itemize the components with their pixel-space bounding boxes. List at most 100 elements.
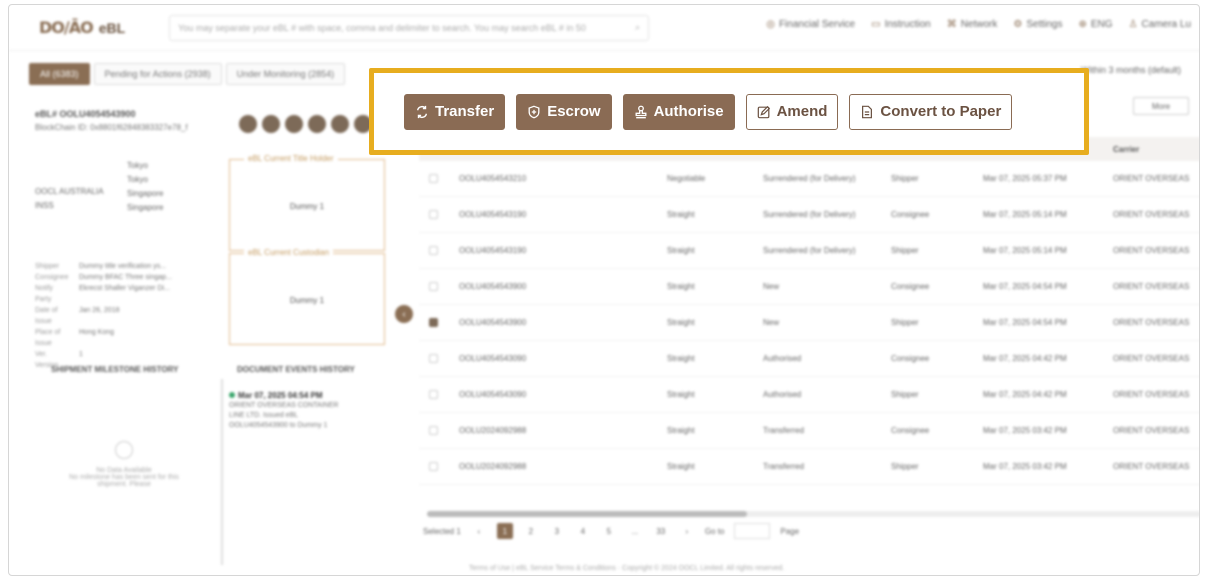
cell-ebl-number[interactable]: OOLU4054543210 [447,174,667,183]
custodian-box: eBL Current Custodian Dummy 1 [229,248,385,345]
page-button[interactable]: 33 [653,523,669,539]
divider [221,379,223,565]
table-row[interactable]: OOLU4054543900 Straight New Shipper Mar 07, … [419,305,1199,341]
custodian-value: Dummy 1 [289,296,325,305]
table-row[interactable]: OOLU2024092988 Straight Transferred Shipper… [419,449,1199,485]
stamp-icon [635,105,647,118]
column-header-carrier[interactable]: Carrier [1113,145,1199,154]
cell-status: Transferred [763,426,805,435]
empty-icon [115,441,133,459]
logo[interactable]: DO∕ĀO eBL [39,18,125,37]
nav-language[interactable]: ⊕ ENG [1079,19,1113,30]
goto-input[interactable] [734,523,771,539]
escrow-button[interactable]: Escrow [516,93,612,130]
cell-ebl-number[interactable]: OOLU2024092988 [447,462,667,471]
page-button[interactable]: 2 [523,523,539,539]
nav-instruction[interactable]: ▭ Instruction [871,19,931,30]
cell-carrier: ORIENT OVERSEAS [1113,462,1190,471]
prev-page-icon[interactable]: ‹ [471,523,487,539]
cell-type: Straight [667,426,695,435]
search-icon[interactable]: ⌕ [635,22,640,33]
row-checkbox[interactable] [428,282,438,291]
row-checkbox[interactable] [428,210,438,219]
user-icon: ♙ [1128,19,1138,30]
cell-role: Consignee [891,354,930,363]
more-button[interactable]: More [1133,97,1189,115]
cell-carrier: ORIENT OVERSEAS [1113,426,1190,435]
table-row[interactable]: OOLU2024092988 Straight Transferred Consign… [419,413,1199,449]
cell-ebl-number[interactable]: OOLU4054543090 [447,390,667,399]
cell-status: Authorised [763,390,802,399]
row-checkbox[interactable] [428,354,438,363]
cell-date: Mar 07, 2025 05:37 PM [983,174,1067,183]
page-ellipsis[interactable]: ... [627,523,643,539]
cell-role: Shipper [891,246,919,255]
cell-ebl-number[interactable]: OOLU4054543190 [447,246,667,255]
cell-ebl-number[interactable]: OOLU2024092988 [447,426,667,435]
page-button[interactable]: 1 [496,523,513,539]
table-row[interactable]: OOLU4054543190 Straight Surrendered (for D… [419,233,1199,269]
authorise-button[interactable]: Authorise [622,93,735,130]
next-page-icon[interactable]: › [679,523,695,539]
cell-carrier: ORIENT OVERSEAS [1113,246,1190,255]
table-row[interactable]: OOLU4054543210 Negotiable Surrendered (for… [419,161,1199,197]
tab-pending[interactable]: Pending for Actions (2938) [93,63,222,85]
row-checkbox[interactable] [428,246,438,255]
page-button[interactable]: 3 [549,523,565,539]
cell-role: Consignee [891,426,930,435]
table-row[interactable]: OOLU4054543900 Straight New Consignee Mar 07… [419,269,1199,305]
cell-ebl-number[interactable]: OOLU4054543190 [447,210,667,219]
circle-button[interactable] [239,115,257,133]
horizontal-scrollbar[interactable] [427,511,1199,517]
transfer-button[interactable]: Transfer [404,93,506,130]
cell-ebl-number[interactable]: OOLU4054543090 [447,354,667,363]
cell-type: Straight [667,462,695,471]
cell-date: Mar 07, 2025 03:42 PM [983,462,1067,471]
circle-button[interactable] [331,115,349,133]
route-origin-2: INSS [35,201,54,210]
nav-user[interactable]: ♙ Camera Lu [1129,19,1191,30]
circle-button[interactable] [308,115,326,133]
amend-button[interactable]: Amend [745,93,839,130]
title-holder-value: Dummy 1 [289,202,325,211]
detail-panel: eBL# OOLU4054543900 BlockChain ID: 0x880… [29,103,399,573]
cell-carrier: ORIENT OVERSEAS [1113,318,1190,327]
cell-role: Shipper [891,462,919,471]
cell-carrier: ORIENT OVERSEAS [1113,354,1190,363]
action-toolbar-highlight: Transfer Escrow Authorise Amend Convert … [369,68,1089,155]
tab-all[interactable]: All (6383) [29,63,90,85]
title-holder-box: eBL Current Title Holder Dummy 1 [229,154,385,251]
table-body: OOLU4054543210 Negotiable Surrendered (for… [419,161,1199,485]
row-checkbox[interactable] [428,426,438,435]
route: OOCL AUSTRALIA INSS Tokyo Tokyo Singapor… [35,159,163,213]
cell-ebl-number[interactable]: OOLU4054543900 [447,282,667,291]
action-circles [239,115,372,133]
cell-ebl-number[interactable]: OOLU4054543900 [447,318,667,327]
cell-type: Straight [667,210,695,219]
row-checkbox[interactable] [428,174,438,183]
table-row[interactable]: OOLU4054543090 Straight Authorised Consigne… [419,341,1199,377]
page-button[interactable]: 4 [575,523,591,539]
cell-type: Straight [667,354,695,363]
row-checkbox[interactable] [428,462,438,471]
row-checkbox[interactable] [428,390,438,399]
transfer-icon [416,105,428,118]
table-row[interactable]: OOLU4054543090 Straight Authorised Shipper M… [419,377,1199,413]
page-button[interactable]: 5 [601,523,617,539]
table-row[interactable]: OOLU4054543190 Straight Surrendered (for D… [419,197,1199,233]
tab-monitoring[interactable]: Under Monitoring (2854) [225,63,346,85]
route-origin: OOCL AUSTRALIA [35,187,104,196]
circle-button[interactable] [262,115,280,133]
search-input[interactable]: You may separate your eBL # with space, … [169,14,650,41]
nav-financial-service[interactable]: ◎ Financial Service [766,19,855,30]
cell-type: Straight [667,282,695,291]
date-filter[interactable]: Within 3 months (default) [1081,65,1181,75]
circle-button[interactable] [285,115,303,133]
nav-network[interactable]: ⌘ Network [947,19,998,30]
row-checkbox[interactable] [428,318,438,327]
convert-to-paper-button[interactable]: Convert to Paper [849,93,1013,130]
scroll-thumb[interactable] [427,511,747,517]
nav-settings[interactable]: ⚙ Settings [1013,19,1062,30]
page-label: Page [780,526,800,536]
collapse-panel-button[interactable]: ‹ [395,305,413,323]
